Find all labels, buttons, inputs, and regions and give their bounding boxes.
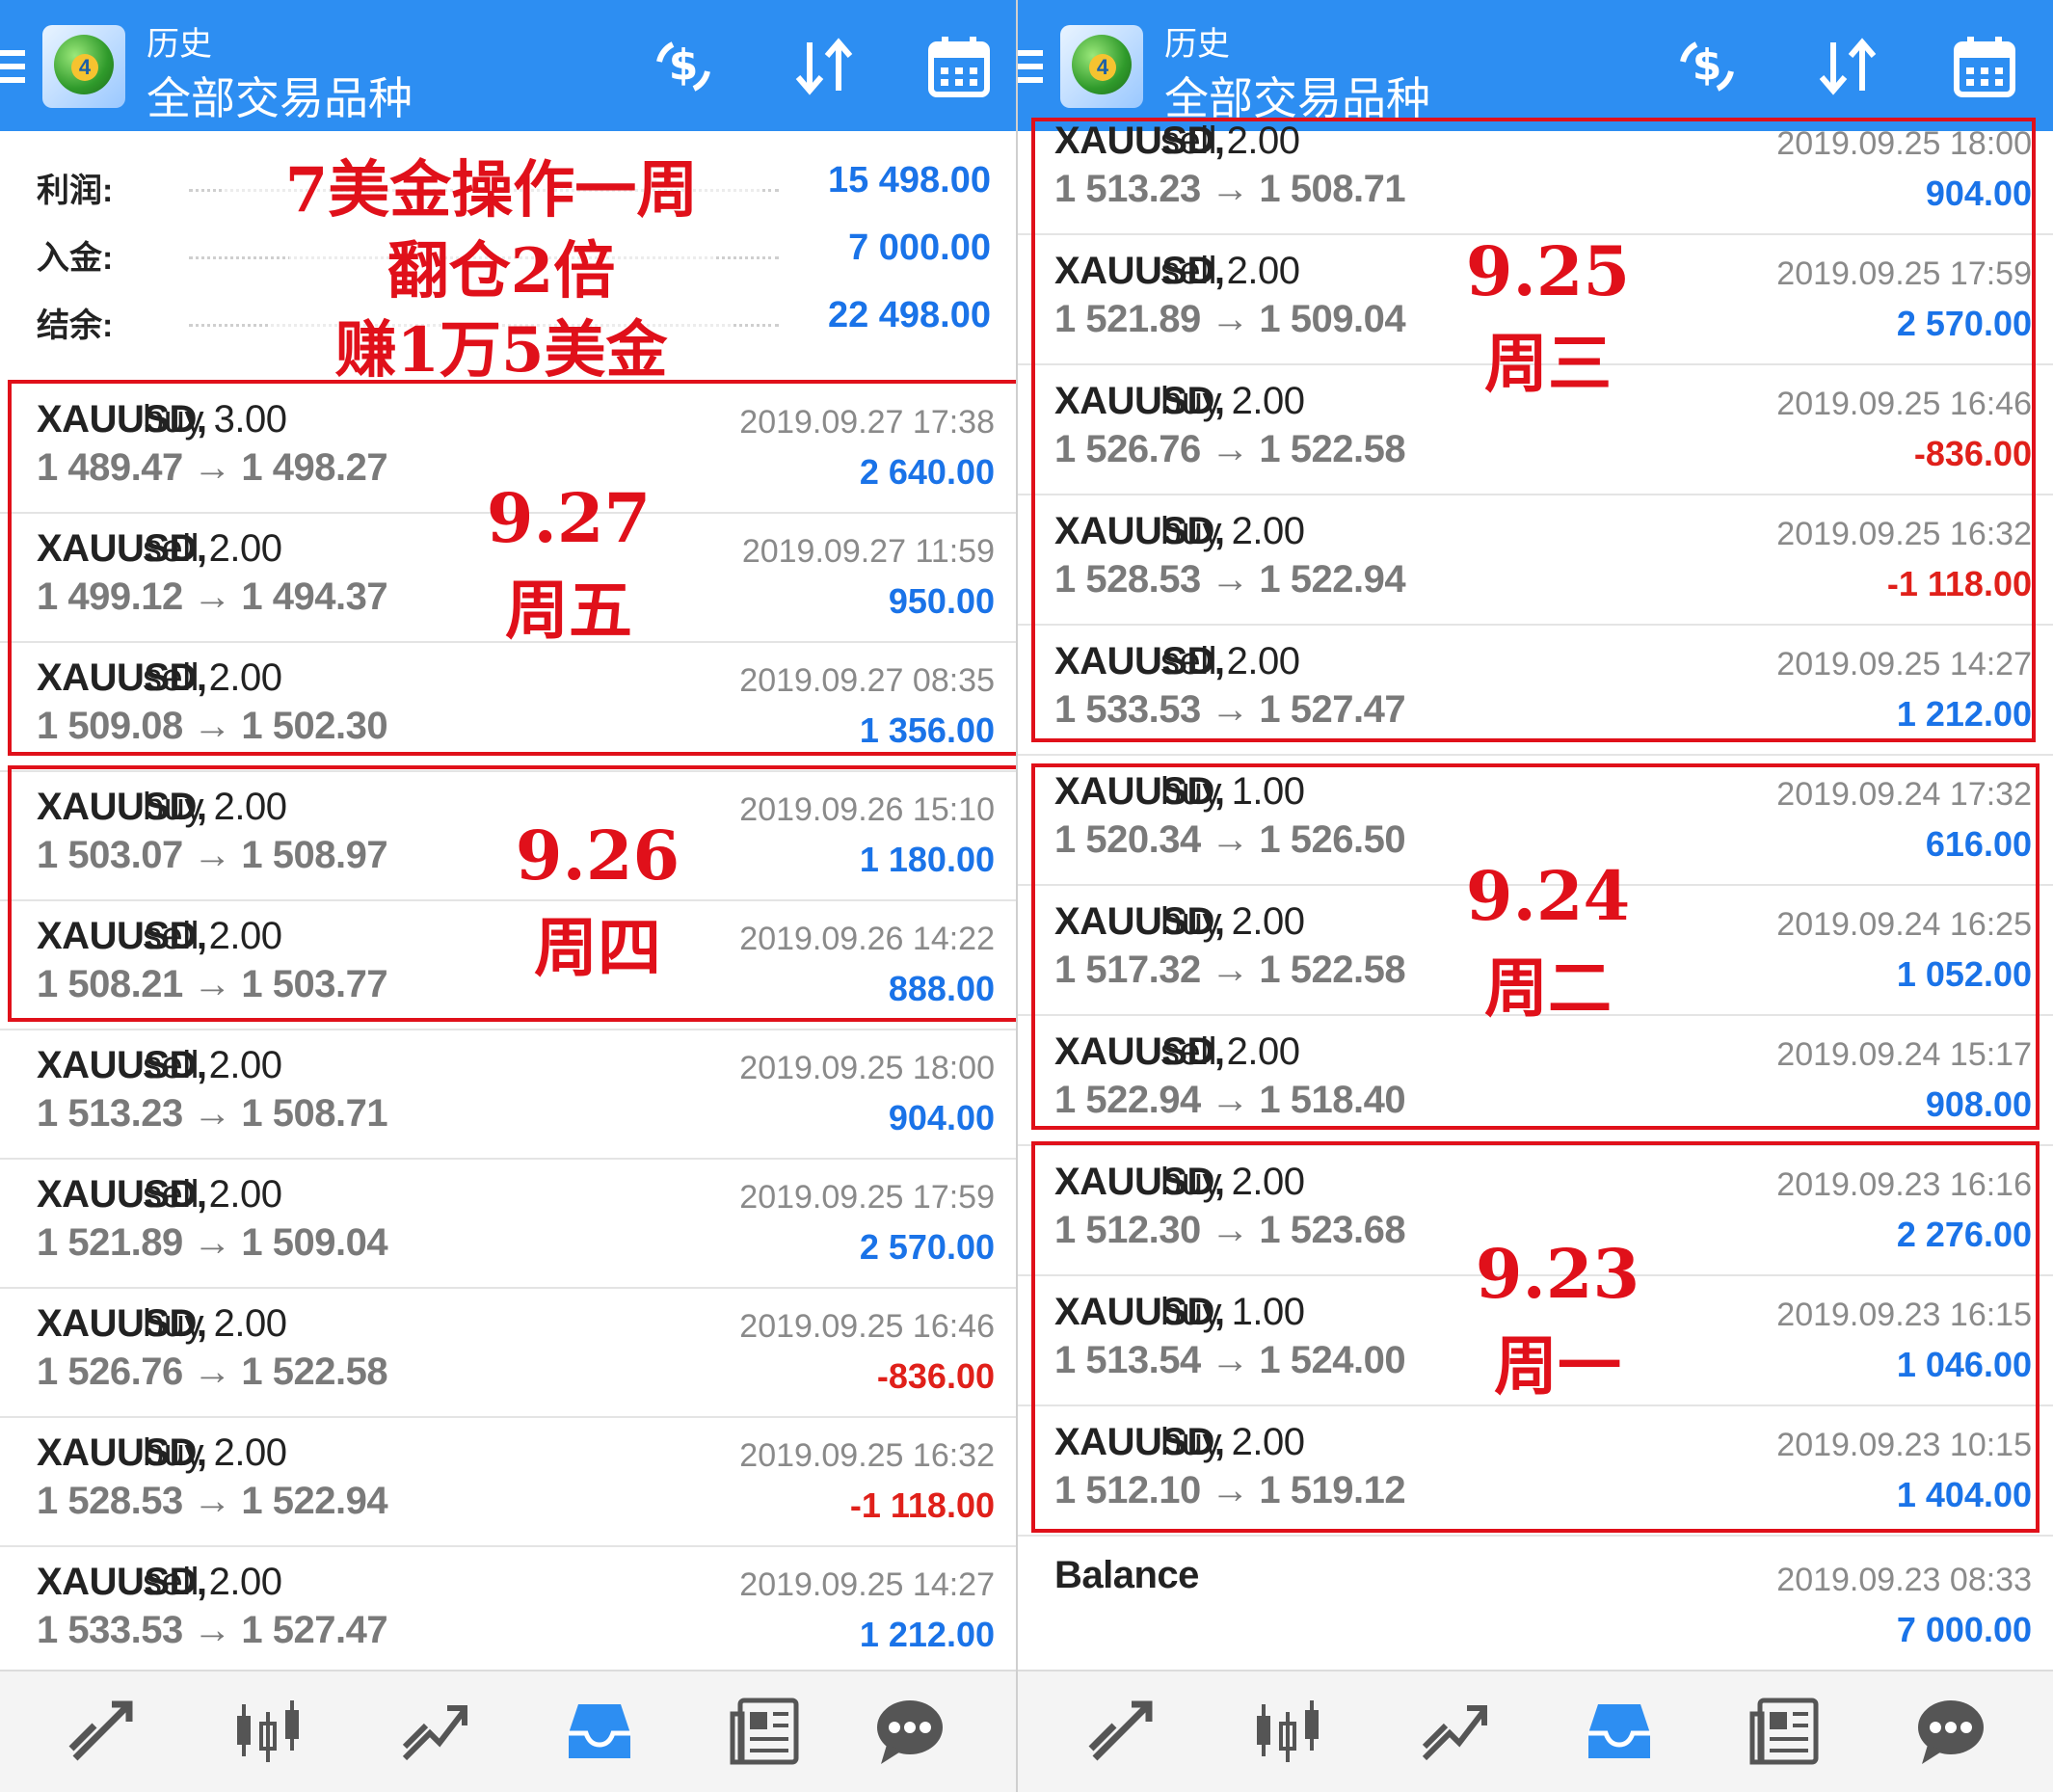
app-header: 4 历史 全部交易品种 $ <box>0 0 1016 131</box>
annotation-date-0926: 9.26 <box>515 816 680 896</box>
annotation-date-0924: 9.24 <box>1465 856 1631 936</box>
trade-side: buy 2.00 <box>143 1302 287 1345</box>
trade-prices: 1 526.76 → 1 522.58 <box>37 1351 388 1393</box>
trade-time: 2019.09.25 17:59 <box>739 1179 995 1216</box>
annotation-date-0923: 9.23 <box>1475 1234 1640 1314</box>
trade-time: 2019.09.25 16:46 <box>739 1308 995 1345</box>
trade-profit: 2 570.00 <box>859 1227 995 1267</box>
dollar-swap-icon[interactable]: $ <box>1673 33 1741 100</box>
trade-profit: 1 212.00 <box>859 1615 995 1654</box>
header-title[interactable]: 全部交易品种 <box>147 64 413 127</box>
quotes-icon[interactable] <box>231 1695 305 1768</box>
annotation-headline-2: 翻仓2倍 <box>289 222 713 310</box>
trade-row[interactable]: XAUUSD, sell 2.00 1 533.53 → 1 527.47 2019.… <box>0 1545 1016 1676</box>
profit-label: 利润: <box>37 173 114 209</box>
annotation-date-0927: 9.27 <box>486 478 652 558</box>
balance-value: 22 498.00 <box>827 295 991 335</box>
chart-icon[interactable] <box>397 1695 470 1768</box>
annotation-weekday-0923: 周一 <box>1494 1328 1621 1404</box>
sort-icon[interactable] <box>1814 33 1881 100</box>
balance-row-time: 2019.09.23 08:33 <box>1776 1562 2032 1598</box>
svg-text:$: $ <box>669 40 699 90</box>
trade-side: buy 2.00 <box>143 1431 287 1474</box>
trade-prices: 1 528.53 → 1 522.94 <box>37 1480 388 1522</box>
balance-row[interactable]: Balance 2019.09.23 08:33 7 000.00 <box>1018 1540 2053 1670</box>
trade-side: sell 2.00 <box>143 1044 282 1086</box>
sort-icon[interactable] <box>790 33 858 100</box>
news-icon[interactable] <box>1748 1695 1822 1768</box>
trade-time: 2019.09.25 16:32 <box>739 1437 995 1474</box>
trade-row[interactable]: XAUUSD, sell 2.00 1 513.23 → 1 508.71 2019.… <box>0 1029 1016 1160</box>
menu-icon[interactable] <box>1018 50 1043 83</box>
bottom-navigation <box>1018 1670 2053 1792</box>
trade-prices: 1 533.53 → 1 527.47 <box>37 1609 388 1651</box>
quotes-icon[interactable] <box>1251 1695 1324 1768</box>
menu-icon[interactable] <box>0 50 25 83</box>
trade-row[interactable]: XAUUSD, buy 2.00 1 526.76 → 1 522.58 2019.0… <box>0 1287 1016 1418</box>
calendar-icon[interactable] <box>925 33 993 100</box>
svg-text:$: $ <box>1693 40 1722 90</box>
annotation-weekday-0927: 周五 <box>505 573 632 648</box>
balance-row-amount: 7 000.00 <box>1896 1610 2032 1649</box>
balance-label: 结余: <box>37 308 114 344</box>
deposit-value: 7 000.00 <box>848 227 991 268</box>
trade-profit: -1 118.00 <box>849 1485 995 1525</box>
trade-time: 2019.09.25 14:27 <box>739 1566 995 1603</box>
annotation-box-0925 <box>1031 118 2036 742</box>
trade-icon[interactable] <box>66 1695 139 1768</box>
trade-prices: 1 513.23 → 1 508.71 <box>37 1092 388 1135</box>
news-icon[interactable] <box>729 1695 802 1768</box>
calendar-icon[interactable] <box>1951 33 2018 100</box>
trade-profit: 904.00 <box>888 1098 995 1137</box>
trade-side: sell 2.00 <box>143 1173 282 1216</box>
trade-side: sell 2.00 <box>143 1561 282 1603</box>
header-subtitle: 历史 <box>147 26 212 63</box>
annotation-weekday-0926: 周四 <box>534 910 661 985</box>
mt4-logo: 4 <box>42 25 125 108</box>
balance-row-label: Balance <box>1054 1554 1199 1596</box>
trade-row[interactable]: XAUUSD, sell 2.00 1 521.89 → 1 509.04 2019.… <box>0 1158 1016 1289</box>
chart-icon[interactable] <box>1417 1695 1490 1768</box>
history-icon[interactable] <box>563 1695 636 1768</box>
trade-prices: 1 521.89 → 1 509.04 <box>37 1221 388 1264</box>
dollar-swap-icon[interactable]: $ <box>650 33 717 100</box>
deposit-label: 入金: <box>37 240 114 277</box>
trade-time: 2019.09.25 18:00 <box>739 1050 995 1086</box>
mt4-logo: 4 <box>1060 25 1143 108</box>
trade-row[interactable]: XAUUSD, buy 2.00 1 528.53 → 1 522.94 2019.0… <box>0 1416 1016 1547</box>
annotation-weekday-0924: 周二 <box>1484 950 1612 1026</box>
annotation-headline-1: 7美金操作一周 <box>222 141 761 229</box>
trade-icon[interactable] <box>1085 1695 1159 1768</box>
chat-icon[interactable] <box>1914 1695 1987 1768</box>
right-screen: 4 历史 全部交易品种 $ XAUUSD, sell 2.00 1 513.23 →… <box>1018 0 2053 1792</box>
bottom-navigation <box>0 1670 1016 1792</box>
annotation-headline-3: 赚1万5美金 <box>270 301 733 389</box>
chat-icon[interactable] <box>873 1695 947 1768</box>
left-screen: 4 历史 全部交易品种 $ 利润: 15 498.00 入金: 7 000.00… <box>0 0 1016 1792</box>
header-subtitle: 历史 <box>1164 26 1230 63</box>
annotation-date-0925: 9.25 <box>1465 231 1631 311</box>
annotation-weekday-0925: 周三 <box>1484 326 1612 401</box>
trade-profit: -836.00 <box>876 1356 995 1396</box>
profit-value: 15 498.00 <box>827 160 991 201</box>
history-icon[interactable] <box>1583 1695 1656 1768</box>
